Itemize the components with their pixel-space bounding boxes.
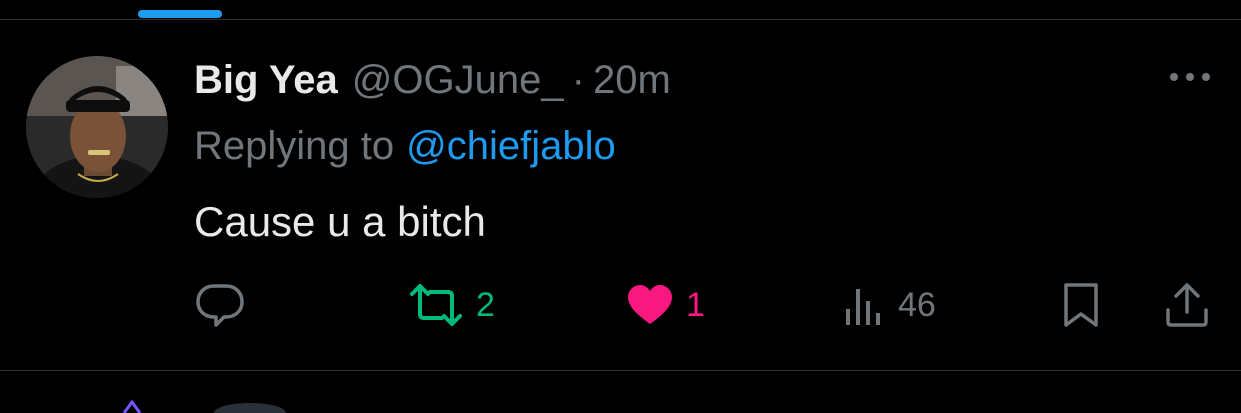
tweet-header: Big Yea @OGJune_ · 20m (194, 52, 671, 108)
more-icon (1170, 73, 1210, 81)
share-button[interactable] (1164, 280, 1210, 330)
avatar[interactable] (26, 56, 168, 198)
tweet-divider (0, 370, 1241, 371)
separator-dot: · (571, 57, 585, 102)
views-button[interactable]: 46 (842, 280, 936, 330)
reply-button[interactable] (194, 280, 246, 330)
retweet-count: 2 (476, 285, 495, 324)
tweet-page: Big Yea @OGJune_ · 20m Replying to @chie… (0, 0, 1241, 413)
like-button[interactable]: 1 (626, 280, 705, 330)
more-options-button[interactable] (1166, 62, 1214, 92)
next-tweet-peek (122, 399, 286, 413)
bookmark-button[interactable] (1058, 280, 1104, 330)
retweet-button[interactable]: 2 (408, 280, 495, 330)
reply-icon (196, 284, 244, 327)
heart-icon (628, 285, 672, 324)
active-tab-indicator (138, 10, 222, 18)
display-name[interactable]: Big Yea (194, 58, 338, 103)
retweet-icon (410, 284, 462, 326)
reply-mention-link[interactable]: @chiefjablo (406, 124, 616, 169)
replying-to: Replying to @chiefjablo (194, 120, 616, 172)
share-icon (1166, 283, 1208, 327)
user-handle[interactable]: @OGJune_ (352, 58, 564, 103)
replying-to-label: Replying to (194, 123, 395, 168)
bookmark-icon (1064, 283, 1098, 327)
avatar-photo (26, 56, 168, 198)
top-tab-bar (0, 0, 1241, 20)
views-count: 46 (898, 285, 936, 324)
timestamp[interactable]: 20m (593, 58, 671, 103)
views-icon (846, 289, 880, 325)
like-count: 1 (686, 285, 705, 324)
tweet-text: Cause u a bitch (194, 198, 486, 245)
